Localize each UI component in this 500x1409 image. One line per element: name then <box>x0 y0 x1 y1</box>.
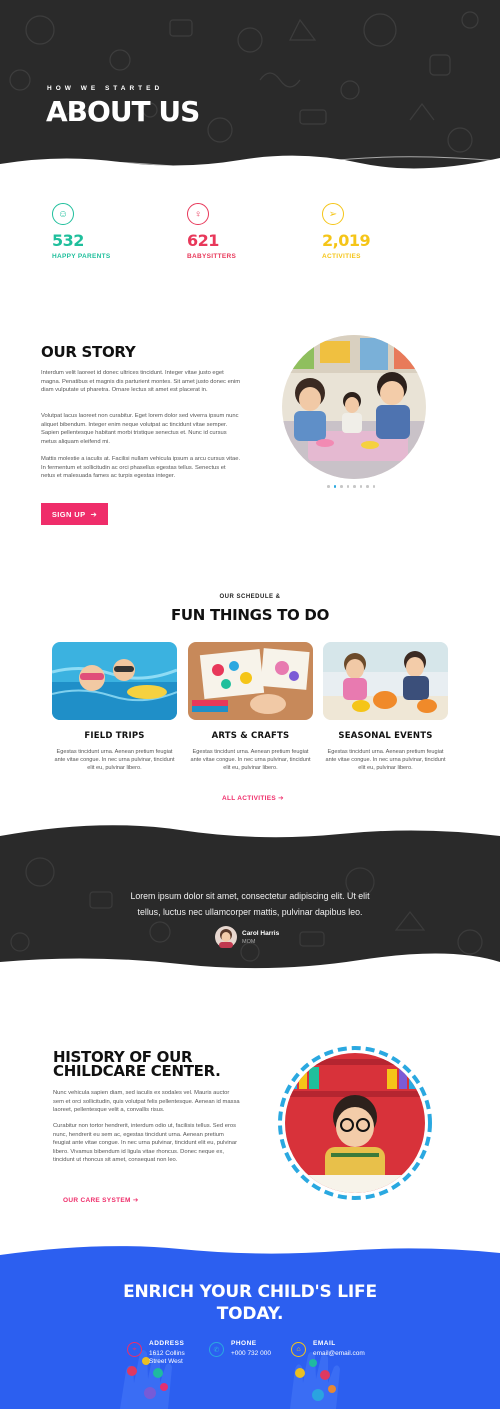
history-title: HISTORY OF OUR CHILDCARE CENTER. <box>53 1050 221 1080</box>
card-text: Egestas tincidunt urna. Aenean pretium f… <box>190 749 311 772</box>
story-paragraph: Mattis molestie a iaculis at. Facilisi n… <box>41 456 241 480</box>
story-paragraph: Volutpat lacus laoreet non curabitur. Eg… <box>41 413 239 445</box>
activity-card[interactable]: SEASONAL EVENTS Egestas tincidunt urna. … <box>323 642 448 773</box>
fun-section: OUR SCHEDULE & FUN THINGS TO DO FIELD TR… <box>0 590 500 810</box>
arrow-right-icon: ➔ <box>278 795 284 802</box>
avatar <box>215 926 237 948</box>
contact-address: ⌖ <box>127 1342 142 1357</box>
story-section: OUR STORY Interdum velit laoreet id done… <box>0 330 500 540</box>
history-title-line: CHILDCARE CENTER. <box>53 1062 221 1080</box>
arrow-right-icon: ➔ <box>132 1197 139 1204</box>
care-system-link[interactable]: OUR CARE SYSTEM ➔ <box>63 1196 139 1204</box>
author-role: MOM <box>242 939 256 945</box>
stat-number: 2,019 <box>322 231 371 250</box>
classroom-photo <box>282 335 426 479</box>
slider-dot[interactable] <box>333 485 336 488</box>
all-activities-link[interactable]: ALL ACTIVITIES ➔ <box>222 794 284 802</box>
contact-title: ADDRESS <box>149 1340 185 1347</box>
story-paragraph: Interdum velit laoreet id donec ultrices… <box>41 370 241 394</box>
phone-icon: ✆ <box>209 1342 224 1357</box>
card-title: ARTS & CRAFTS <box>211 731 290 741</box>
footer-title-line: TODAY. <box>216 1304 284 1324</box>
footer-cta: ENRICH YOUR CHILD'S LIFE TODAY. ⌖ ADDRES… <box>0 1243 500 1409</box>
footer-title: ENRICH YOUR CHILD'S LIFE TODAY. <box>0 1281 500 1325</box>
care-system-label: OUR CARE SYSTEM <box>63 1197 131 1204</box>
contact-phone-text: PHONE +000 732 000 <box>231 1340 271 1358</box>
field-trips-photo <box>51 642 178 720</box>
location-pin-icon: ⌖ <box>127 1342 142 1357</box>
stat-label: BABYSITTERS <box>187 253 237 260</box>
contact-value[interactable]: +000 732 000 <box>231 1350 271 1358</box>
testimonial-section: Lorem ipsum dolor sit amet, consectetur … <box>0 822 500 975</box>
arts-crafts-photo <box>188 642 313 720</box>
stat-label: ACTIVITIES <box>322 253 361 260</box>
smiley-icon: ☺ <box>52 203 74 225</box>
contact-phone: ✆ <box>209 1342 224 1357</box>
history-paragraph: Nunc vehicula sapien diam, sed iaculis e… <box>53 1090 240 1114</box>
slider-dot[interactable] <box>372 485 375 488</box>
page-title: ABOUT US <box>46 95 200 128</box>
arrow-right-icon: ➔ <box>90 509 98 519</box>
slider-dot[interactable] <box>346 485 349 488</box>
footer-graphics <box>0 1243 500 1409</box>
quote-line: tellus, luctus nec ullamcorper mattis, p… <box>137 907 363 917</box>
contact-value: 1612 Collins <box>149 1350 185 1357</box>
quote-line: Lorem ipsum dolor sit amet, consectetur … <box>130 891 370 901</box>
slider-dot[interactable] <box>353 485 356 488</box>
activity-card[interactable]: FIELD TRIPS Egestas tincidunt urna. Aene… <box>51 642 178 773</box>
stat-number: 532 <box>52 231 84 250</box>
footer-title-line: ENRICH YOUR CHILD'S LIFE <box>123 1282 377 1302</box>
history-section: HISTORY OF OUR CHILDCARE CENTER. Nunc ve… <box>0 1040 500 1210</box>
slider-dot[interactable] <box>366 485 369 488</box>
card-text: Egestas tincidunt urna. Aenean pretium f… <box>54 749 175 772</box>
contact-address-text: ADDRESS 1612 Collins Street West <box>149 1340 185 1366</box>
story-title: OUR STORY <box>41 343 136 361</box>
seasonal-events-photo <box>323 642 448 720</box>
hero-banner: HOW WE STARTED ABOUT US <box>0 0 500 172</box>
slider-dot[interactable] <box>327 485 330 488</box>
contact-value: Street West <box>149 1358 183 1365</box>
stat-number: 621 <box>187 231 219 250</box>
contact-email: ⌂ <box>291 1342 306 1357</box>
paper-plane-icon: ➢ <box>322 203 344 225</box>
sign-up-button[interactable]: SIGN UP ➔ <box>41 503 108 525</box>
slider-dot[interactable] <box>340 485 343 488</box>
stats-section: ☺ 532 HAPPY PARENTS ♀ 621 BABYSITTERS ➢ … <box>0 195 500 275</box>
card-title: SEASONAL EVENTS <box>338 731 433 741</box>
stat-babysitters: ♀ 621 BABYSITTERS <box>187 203 236 260</box>
contact-email-text: EMAIL email@email.com <box>313 1340 365 1358</box>
history-paragraph: Curabitur non tortor hendrerit, interdum… <box>53 1123 238 1164</box>
contact-title: PHONE <box>231 1340 257 1347</box>
stat-happy-parents: ☺ 532 HAPPY PARENTS <box>52 203 111 260</box>
contact-value[interactable]: email@email.com <box>313 1350 365 1358</box>
author-name: Carol Harris <box>242 930 280 937</box>
person-icon: ♀ <box>187 203 209 225</box>
slider-dot[interactable] <box>359 485 362 488</box>
sign-up-label: SIGN UP <box>51 509 86 519</box>
fun-title: FUN THINGS TO DO <box>170 606 330 624</box>
contact-title: EMAIL <box>313 1340 336 1347</box>
slider-dots[interactable] <box>327 485 375 488</box>
hero-kicker: HOW WE STARTED <box>47 85 164 92</box>
stat-activities: ➢ 2,019 ACTIVITIES <box>322 203 371 260</box>
stat-label: HAPPY PARENTS <box>52 253 111 260</box>
all-activities-label: ALL ACTIVITIES <box>222 795 277 802</box>
home-icon: ⌂ <box>291 1342 306 1357</box>
boy-reading-photo <box>278 1046 432 1200</box>
activity-card[interactable]: ARTS & CRAFTS Egestas tincidunt urna. Ae… <box>188 642 313 773</box>
card-title: FIELD TRIPS <box>84 731 145 741</box>
fun-kicker: OUR SCHEDULE & <box>219 594 281 600</box>
card-text: Egestas tincidunt urna. Aenean pretium f… <box>325 749 446 772</box>
wave-divider <box>0 155 500 172</box>
